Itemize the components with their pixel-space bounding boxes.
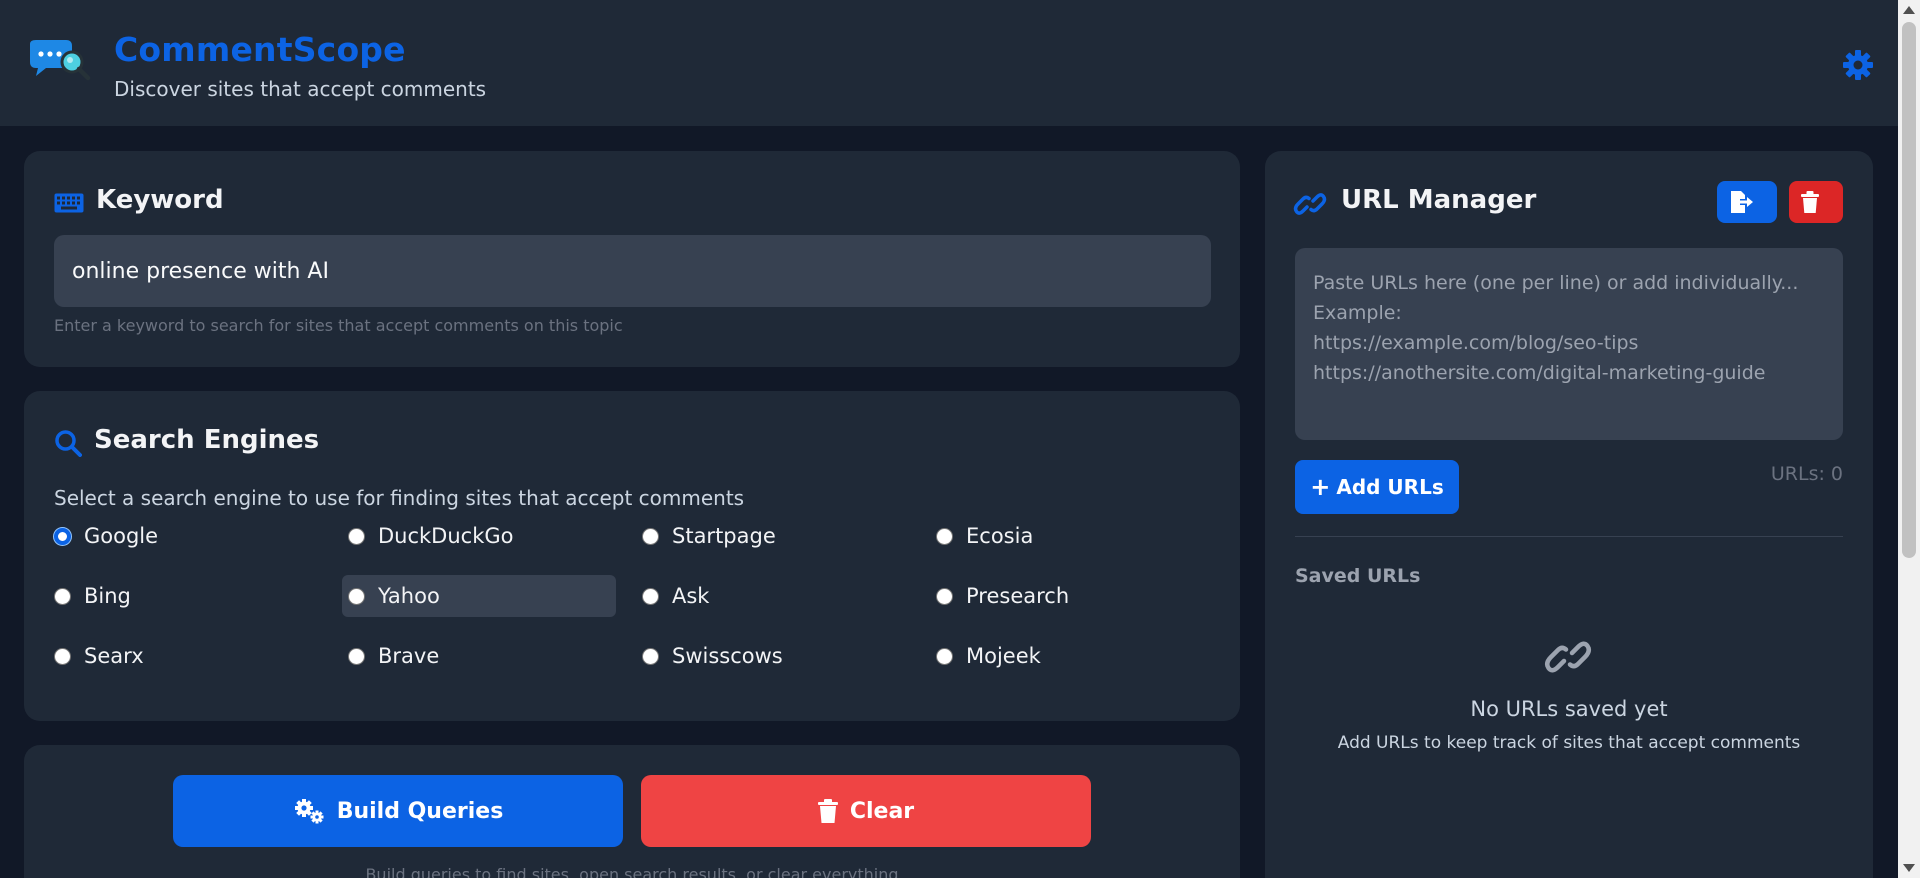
keyboard-icon bbox=[54, 193, 84, 213]
engine-label: Brave bbox=[378, 644, 440, 668]
scroll-up-arrow-icon[interactable] bbox=[1903, 6, 1915, 14]
engine-radio-duckduckgo[interactable] bbox=[348, 527, 365, 545]
app-title: CommentScope bbox=[114, 30, 406, 69]
engine-option-startpage[interactable]: Startpage bbox=[636, 515, 910, 557]
link-icon bbox=[1293, 193, 1327, 215]
engine-option-mojeek[interactable]: Mojeek bbox=[930, 635, 1204, 677]
engine-option-brave[interactable]: Brave bbox=[342, 635, 616, 677]
keyword-hint: Enter a keyword to search for sites that… bbox=[54, 316, 623, 335]
engine-radio-ecosia[interactable] bbox=[936, 527, 953, 545]
build-queries-button[interactable]: Build Queries bbox=[173, 775, 623, 847]
link-icon bbox=[1544, 641, 1592, 673]
url-count: URLs: 0 bbox=[1770, 463, 1843, 485]
engine-label: Presearch bbox=[966, 584, 1070, 608]
engine-label: Ask bbox=[672, 584, 710, 608]
keyword-input[interactable] bbox=[54, 235, 1211, 307]
add-urls-button[interactable]: + Add URLs bbox=[1295, 460, 1459, 514]
engine-label: Swisscows bbox=[672, 644, 783, 668]
engine-label: Yahoo bbox=[378, 584, 440, 608]
chat-magnifier-icon bbox=[30, 40, 91, 81]
engine-radio-searx[interactable] bbox=[54, 647, 71, 665]
engine-label: Bing bbox=[84, 584, 131, 608]
app-page: CommentScope Discover sites that accept … bbox=[0, 0, 1920, 878]
engine-label: DuckDuckGo bbox=[378, 524, 514, 548]
build-queries-label: Build Queries bbox=[336, 798, 504, 824]
engine-option-google[interactable]: Google bbox=[48, 515, 322, 557]
engine-radio-mojeek[interactable] bbox=[936, 647, 953, 665]
divider bbox=[1295, 536, 1843, 537]
page-scrollbar[interactable] bbox=[1898, 0, 1920, 878]
search-engines-card: Search Engines Select a search engine to… bbox=[24, 391, 1240, 721]
scrollbar-thumb[interactable] bbox=[1902, 22, 1916, 558]
engine-option-bing[interactable]: Bing bbox=[48, 575, 322, 617]
engine-label: Searx bbox=[84, 644, 144, 668]
search-engines-title: Search Engines bbox=[94, 425, 320, 455]
engine-option-ecosia[interactable]: Ecosia bbox=[930, 515, 1204, 557]
engine-option-searx[interactable]: Searx bbox=[48, 635, 322, 677]
keyword-card: Keyword Enter a keyword to search for si… bbox=[24, 151, 1240, 367]
file-export-icon bbox=[1731, 191, 1753, 213]
engine-radio-google[interactable] bbox=[54, 527, 71, 545]
engine-radio-startpage[interactable] bbox=[642, 527, 659, 545]
saved-urls-label: Saved URLs bbox=[1295, 565, 1421, 587]
engine-option-yahoo[interactable]: Yahoo bbox=[342, 575, 616, 617]
gear-icon[interactable] bbox=[1842, 49, 1874, 81]
url-manager-card: URL Manager + Add URLs URLs: 0 Saved URL… bbox=[1265, 151, 1873, 878]
engine-radio-bing[interactable] bbox=[54, 587, 71, 605]
engine-label: Ecosia bbox=[966, 524, 1034, 548]
engine-radio-brave[interactable] bbox=[348, 647, 365, 665]
trash-icon bbox=[817, 799, 838, 823]
url-textarea[interactable] bbox=[1295, 248, 1843, 440]
clear-label: Clear bbox=[849, 798, 915, 824]
scroll-down-arrow-icon[interactable] bbox=[1903, 864, 1915, 872]
engine-option-duckduckgo[interactable]: DuckDuckGo bbox=[342, 515, 616, 557]
engine-radio-ask[interactable] bbox=[642, 587, 659, 605]
engine-radio-presearch[interactable] bbox=[936, 587, 953, 605]
engine-option-swisscows[interactable]: Swisscows bbox=[636, 635, 910, 677]
actions-card: Build Queries Clear Build queries to fin… bbox=[24, 745, 1240, 878]
plus-icon: + bbox=[1310, 473, 1331, 501]
engine-label: Google bbox=[84, 524, 159, 548]
engine-label: Startpage bbox=[672, 524, 776, 548]
url-manager-title: URL Manager bbox=[1341, 185, 1537, 215]
gears-icon bbox=[294, 799, 324, 824]
engine-option-presearch[interactable]: Presearch bbox=[930, 575, 1204, 617]
engine-radio-yahoo[interactable] bbox=[348, 587, 365, 605]
search-icon bbox=[55, 430, 82, 457]
empty-state-title: No URLs saved yet bbox=[1470, 697, 1668, 721]
empty-state-subtitle: Add URLs to keep track of sites that acc… bbox=[1337, 733, 1801, 753]
app-subtitle: Discover sites that accept comments bbox=[114, 77, 487, 101]
add-urls-label: Add URLs bbox=[1336, 475, 1444, 499]
export-button[interactable] bbox=[1717, 181, 1777, 223]
keyword-title: Keyword bbox=[96, 185, 224, 215]
engine-label: Mojeek bbox=[966, 644, 1041, 668]
actions-hint: Build queries to find sites, open search… bbox=[365, 865, 899, 878]
engine-option-ask[interactable]: Ask bbox=[636, 575, 910, 617]
app-header: CommentScope Discover sites that accept … bbox=[0, 0, 1898, 127]
delete-all-button[interactable] bbox=[1789, 181, 1843, 223]
engine-radio-swisscows[interactable] bbox=[642, 647, 659, 665]
clear-button[interactable]: Clear bbox=[641, 775, 1091, 847]
trash-icon bbox=[1801, 191, 1819, 213]
search-engines-description: Select a search engine to use for findin… bbox=[54, 486, 745, 510]
